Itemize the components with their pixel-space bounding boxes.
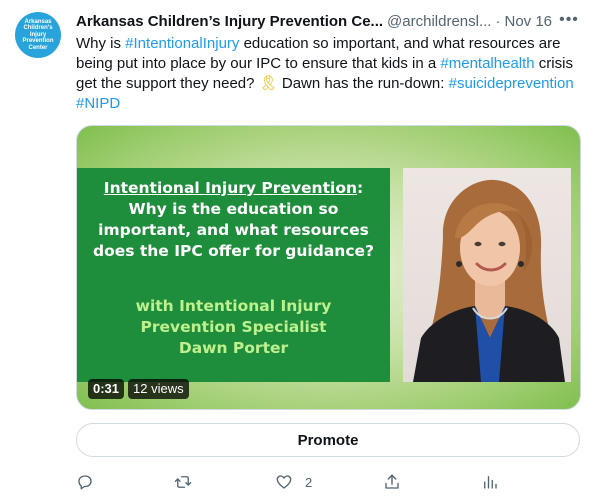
hashtag-mentalhealth[interactable]: #mentalhealth — [440, 55, 534, 72]
video-subtitle: with Intentional Injury Prevention Speci… — [77, 296, 390, 359]
video-subtitle-line: Prevention Specialist — [140, 318, 327, 336]
tweet-date[interactable]: Nov 16 — [504, 13, 552, 30]
video-title: Intentional Injury Prevention: Why is th… — [77, 178, 390, 262]
ribbon-emoji: 🎗 — [258, 75, 278, 92]
speaker-portrait-illustration — [413, 179, 565, 382]
hashtag-nipd[interactable]: #NIPD — [76, 95, 120, 112]
speaker-photo — [403, 168, 571, 382]
like-button[interactable]: 2 — [275, 470, 312, 494]
retweet-button[interactable] — [174, 470, 192, 494]
hashtag-intentionalinjury[interactable]: #IntentionalInjury — [125, 35, 239, 52]
reply-button[interactable] — [76, 470, 94, 494]
promote-button[interactable]: Promote — [76, 423, 580, 457]
video-subtitle-line: Dawn Porter — [178, 339, 289, 357]
tweet-actions-bar: 2 — [76, 470, 506, 494]
reply-icon — [78, 475, 92, 490]
share-icon — [385, 474, 399, 489]
video-duration-badge: 0:31 — [88, 379, 125, 399]
avatar-text-line: Center — [28, 44, 48, 51]
video-title-underlined: Intentional Injury Prevention — [103, 179, 357, 197]
like-count: 2 — [305, 474, 313, 490]
tweet-text-segment: Dawn has the run-down: — [277, 75, 449, 92]
tweet[interactable]: Arkansas Children's Injury Prevention Ce… — [0, 0, 594, 498]
video-badges: 0:31 12 views — [88, 379, 189, 399]
more-options-icon[interactable]: ••• — [558, 9, 580, 31]
analytics-icon — [484, 476, 497, 489]
author-name[interactable]: Arkansas Children’s Injury Prevention Ce… — [76, 13, 383, 30]
video-subtitle-line: with Intentional Injury — [135, 297, 332, 315]
avatar[interactable]: Arkansas Children's Injury Prevention Ce… — [15, 12, 61, 58]
retweet-icon — [174, 476, 192, 488]
hashtag-suicideprevention[interactable]: #suicideprevention — [449, 75, 574, 92]
share-button[interactable] — [383, 470, 401, 494]
author-handle[interactable]: @archildrensl... — [387, 13, 491, 30]
tweet-text-segment: Why is — [76, 35, 126, 52]
video-title-rest: Why is the education so important, and w… — [92, 200, 375, 260]
video-title-colon: : — [357, 179, 364, 197]
video-player[interactable]: Intentional Injury Prevention: Why is th… — [76, 125, 581, 410]
analytics-button[interactable] — [481, 470, 499, 494]
video-views-badge: 12 views — [128, 379, 189, 399]
tweet-header: Arkansas Children’s Injury Prevention Ce… — [76, 11, 582, 31]
like-icon — [276, 475, 292, 489]
tweet-text: Why is #IntentionalInjury education so i… — [76, 34, 584, 114]
separator-dot: · — [495, 12, 501, 30]
